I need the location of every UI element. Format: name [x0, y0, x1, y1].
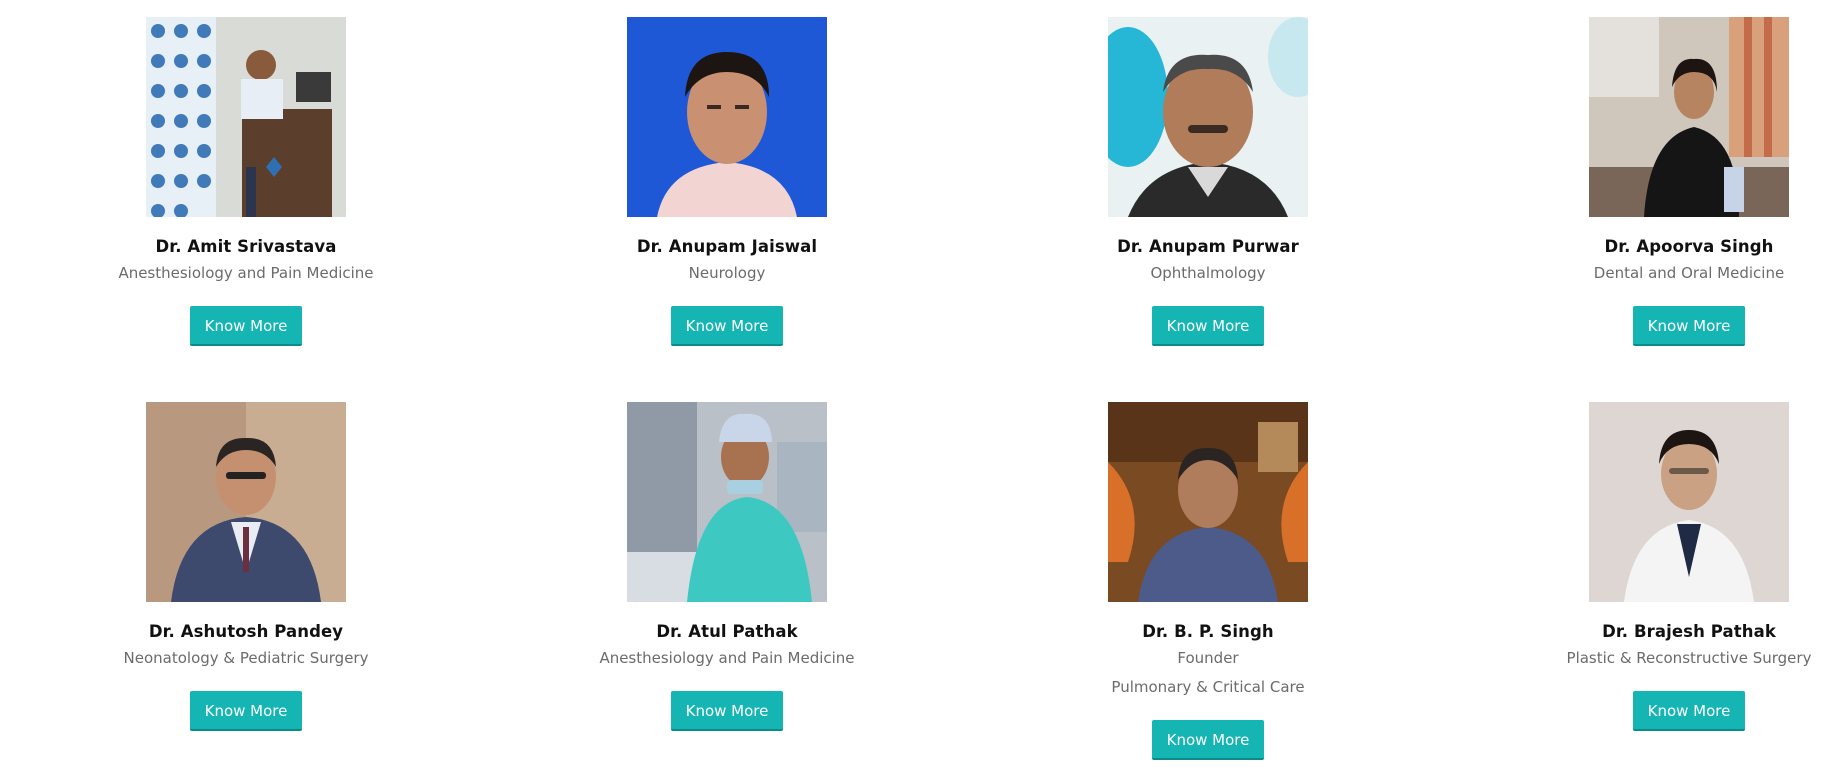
doctor-photo — [627, 402, 827, 602]
doctor-specialty: Neonatology & Pediatric Surgery — [123, 649, 369, 667]
doctor-photo — [1589, 402, 1789, 602]
doctor-specialty: Founder — [1177, 649, 1239, 667]
doctor-photo — [1108, 402, 1308, 602]
doctor-card: Dr. Apoorva Singh Dental and Oral Medici… — [1489, 17, 1823, 346]
know-more-button[interactable]: Know More — [189, 306, 303, 346]
doctor-photo — [146, 402, 346, 602]
doctor-specialty: Anesthesiology and Pain Medicine — [599, 649, 855, 667]
doctor-specialty: Ophthalmology — [1150, 264, 1266, 282]
know-more-button[interactable]: Know More — [189, 691, 303, 731]
doctor-photo — [627, 17, 827, 217]
doctor-photo — [1589, 17, 1789, 217]
doctor-name: Dr. Brajesh Pathak — [1602, 622, 1776, 641]
doctor-name: Dr. Anupam Purwar — [1117, 237, 1299, 256]
doctor-name: Dr. Atul Pathak — [656, 622, 798, 641]
doctor-card: Dr. Amit Srivastava Anesthesiology and P… — [46, 17, 446, 346]
doctor-specialty-secondary: Pulmonary & Critical Care — [1111, 678, 1305, 696]
doctor-specialty: Plastic & Reconstructive Surgery — [1566, 649, 1812, 667]
doctor-name: Dr. Anupam Jaiswal — [636, 237, 818, 256]
doctor-card: Dr. Brajesh Pathak Plastic & Reconstruct… — [1489, 402, 1823, 731]
doctor-photo — [1108, 17, 1308, 217]
know-more-button[interactable]: Know More — [670, 306, 784, 346]
doctor-specialty: Neurology — [688, 264, 766, 282]
doctor-card: Dr. B. P. Singh Founder Pulmonary & Crit… — [1008, 402, 1408, 760]
doctor-grid: Dr. Amit Srivastava Anesthesiology and P… — [0, 0, 1823, 775]
doctor-name: Dr. B. P. Singh — [1142, 622, 1274, 641]
doctor-card: Dr. Anupam Jaiswal Neurology Know More — [527, 17, 927, 346]
doctor-name: Dr. Ashutosh Pandey — [148, 622, 344, 641]
doctor-card: Dr. Ashutosh Pandey Neonatology & Pediat… — [46, 402, 446, 731]
doctor-card: Dr. Atul Pathak Anesthesiology and Pain … — [527, 402, 927, 731]
doctor-photo — [146, 17, 346, 217]
know-more-button[interactable]: Know More — [1632, 306, 1746, 346]
know-more-button[interactable]: Know More — [670, 691, 784, 731]
know-more-button[interactable]: Know More — [1632, 691, 1746, 731]
doctor-name: Dr. Apoorva Singh — [1604, 237, 1774, 256]
doctor-specialty: Dental and Oral Medicine — [1593, 264, 1785, 282]
know-more-button[interactable]: Know More — [1151, 306, 1265, 346]
doctor-name: Dr. Amit Srivastava — [155, 237, 337, 256]
know-more-button[interactable]: Know More — [1151, 720, 1265, 760]
doctor-card: Dr. Anupam Purwar Ophthalmology Know Mor… — [1008, 17, 1408, 346]
doctor-specialty: Anesthesiology and Pain Medicine — [118, 264, 374, 282]
